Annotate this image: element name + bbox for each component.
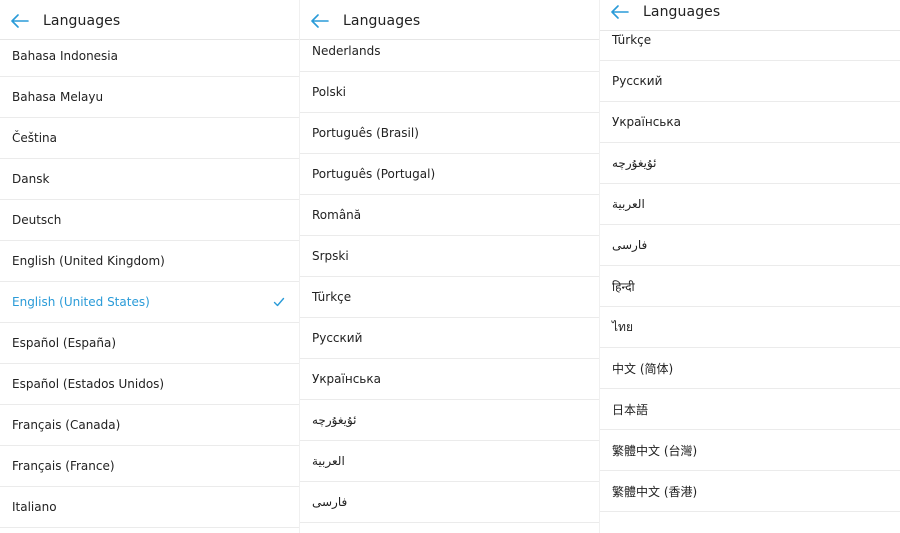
language-option-label: Português (Portugal): [312, 167, 436, 181]
language-option-label: 繁體中文 (台灣): [612, 443, 698, 458]
language-option[interactable]: Español (Estados Unidos): [0, 364, 299, 405]
language-screen-2: Languages Nederlands Polski Português (Bra…: [300, 0, 600, 533]
language-option-label: فارسی: [312, 495, 348, 509]
language-option-label: العربية: [312, 454, 345, 468]
arrow-left-icon: [311, 14, 329, 28]
app-header: Languages: [0, 3, 299, 40]
language-option-label: ئۇيغۇرچە: [612, 156, 657, 170]
arrow-left-icon: [611, 5, 629, 19]
language-option[interactable]: ئۇيغۇرچە: [300, 400, 599, 441]
language-option[interactable]: Português (Brasil): [300, 113, 599, 154]
language-option-label: Română: [312, 208, 362, 222]
language-option-label: العربية: [612, 197, 645, 211]
language-option[interactable]: Українська: [300, 359, 599, 400]
language-option[interactable]: Dansk: [0, 159, 299, 200]
language-option-label: 中文 (简体): [612, 361, 674, 376]
app-header: Languages: [300, 3, 599, 40]
language-option[interactable]: Español (España): [0, 323, 299, 364]
language-option[interactable]: العربية: [600, 184, 900, 225]
language-option-label: English (United States): [12, 295, 150, 309]
language-option[interactable]: Українська: [600, 102, 900, 143]
language-option[interactable]: Русский: [600, 61, 900, 102]
language-option[interactable]: Română: [300, 195, 599, 236]
arrow-left-icon: [11, 14, 29, 28]
language-option-label: ئۇيغۇرچە: [312, 413, 357, 427]
language-option[interactable]: 繁體中文 (香港): [600, 471, 900, 512]
language-option-label: ไทย: [612, 319, 633, 334]
page-title: Languages: [343, 13, 421, 29]
language-option[interactable]: Čeština: [0, 118, 299, 159]
language-option[interactable]: 中文 (简体): [600, 348, 900, 389]
language-option[interactable]: English (United Kingdom): [0, 241, 299, 282]
language-option-label: Русский: [612, 74, 663, 88]
language-option-label: Bahasa Melayu: [12, 90, 104, 104]
page-title: Languages: [43, 13, 121, 29]
language-list: Türkçe Русский Українська ئۇيغۇرچە العربية فا…: [600, 20, 900, 512]
language-option[interactable]: 繁體中文 (台灣): [600, 430, 900, 471]
language-option[interactable]: ไทย: [600, 307, 900, 348]
language-option-label: Bahasa Indonesia: [12, 49, 118, 63]
language-option[interactable]: Русский: [300, 318, 599, 359]
language-option[interactable]: Srpski: [300, 236, 599, 277]
language-option-label: Polski: [312, 85, 347, 99]
language-option-label: Українська: [312, 372, 381, 386]
language-option[interactable]: Deutsch: [0, 200, 299, 241]
language-option-label: Nederlands: [312, 44, 381, 58]
checkmark-icon: [273, 297, 285, 307]
language-option[interactable]: English (United States): [0, 282, 299, 323]
language-option-label: Français (France): [12, 459, 115, 473]
language-option[interactable]: Português (Portugal): [300, 154, 599, 195]
language-screen-3: Languages Türkçe Русский Українська ئۇيغۇرچ…: [600, 0, 900, 533]
language-option[interactable]: Bahasa Melayu: [0, 77, 299, 118]
language-option-label: Español (España): [12, 336, 117, 350]
language-option-label: Français (Canada): [12, 418, 121, 432]
back-button[interactable]: [605, 0, 635, 27]
screens-row: Languages Bahasa Indonesia Bahasa Melayu Č…: [0, 0, 900, 533]
language-option-label: Deutsch: [12, 213, 62, 227]
language-option[interactable]: 日本語: [600, 389, 900, 430]
back-button[interactable]: [305, 6, 335, 36]
language-option-label: Українська: [612, 115, 681, 129]
language-option-label: हिन्दी: [612, 279, 635, 294]
language-option-label: Español (Estados Unidos): [12, 377, 165, 391]
language-option-label: فارسی: [612, 238, 648, 252]
app-header: Languages: [600, 0, 900, 31]
language-option-label: Dansk: [12, 172, 50, 186]
language-option-label: Русский: [312, 331, 363, 345]
language-option[interactable]: فارسی: [300, 482, 599, 523]
language-option-label: English (United Kingdom): [12, 254, 165, 268]
language-option[interactable]: العربية: [300, 441, 599, 482]
language-option[interactable]: हिन्दी: [600, 266, 900, 307]
language-option[interactable]: Français (Canada): [0, 405, 299, 446]
language-option[interactable]: فارسی: [600, 225, 900, 266]
language-option-label: 繁體中文 (香港): [612, 484, 698, 499]
language-option-label: Srpski: [312, 249, 349, 263]
language-option-label: Italiano: [12, 500, 57, 514]
language-option-label: 日本語: [612, 402, 649, 417]
back-button[interactable]: [5, 6, 35, 36]
language-option[interactable]: Italiano: [0, 487, 299, 528]
language-option[interactable]: Türkçe: [300, 277, 599, 318]
language-option-label: Türkçe: [312, 290, 352, 304]
language-option[interactable]: Français (France): [0, 446, 299, 487]
language-option[interactable]: Bahasa Indonesia: [0, 36, 299, 77]
language-option-label: Türkçe: [612, 33, 652, 47]
language-option-label: Português (Brasil): [312, 126, 419, 140]
language-option[interactable]: Polski: [300, 72, 599, 113]
language-option[interactable]: ئۇيغۇرچە: [600, 143, 900, 184]
language-list: Bahasa Indonesia Bahasa Melayu Čeština Dans…: [0, 36, 299, 528]
page-title: Languages: [643, 4, 721, 20]
language-screen-1: Languages Bahasa Indonesia Bahasa Melayu Č…: [0, 0, 300, 533]
language-option-label: Čeština: [12, 131, 58, 145]
language-list: Nederlands Polski Português (Brasil) Portug…: [300, 31, 599, 523]
